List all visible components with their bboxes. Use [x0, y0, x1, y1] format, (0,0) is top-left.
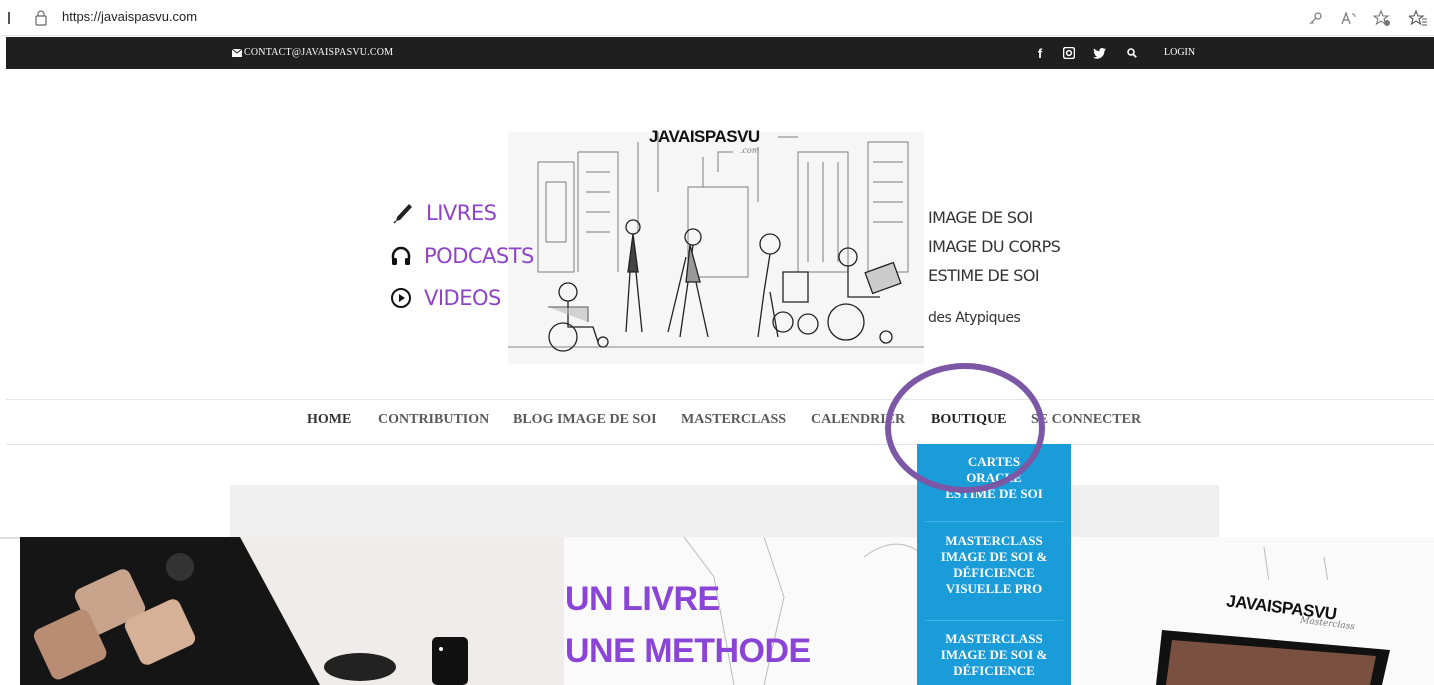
nav-home[interactable]: HOME: [307, 412, 351, 428]
main-nav: HOME CONTRIBUTION BLOG IMAGE DE SOI MAST…: [0, 400, 1434, 444]
hero-line-2: UNE METHODE: [565, 632, 811, 670]
menu-podcasts[interactable]: PODCASTS: [390, 244, 534, 268]
dropdown-item-3-line-3: DÉFICIENCE: [953, 663, 1035, 678]
makeup-photo: [20, 537, 564, 685]
nav-boutique[interactable]: BOUTIQUE: [931, 412, 1006, 428]
nav-bottom-divider: [6, 444, 1434, 445]
header-illustration: [508, 132, 924, 364]
window-edge: [8, 12, 10, 24]
dropdown-item-2-line-1: MASTERCLASS: [945, 533, 1043, 548]
boutique-dropdown: CARTES ORACLE ESTIME DE SOI MASTERCLASS …: [917, 444, 1071, 685]
facebook-icon[interactable]: f: [1034, 43, 1046, 63]
page-info-icon[interactable]: [34, 10, 48, 26]
add-favorite-icon[interactable]: [1370, 6, 1394, 30]
dropdown-item-2-line-2: IMAGE DE SOI &: [940, 549, 1048, 564]
nav-blog-image-de-soi[interactable]: BLOG IMAGE DE SOI: [513, 412, 657, 428]
menu-podcasts-label: PODCASTS: [424, 244, 534, 268]
dropdown-item-masterclass-pro[interactable]: MASTERCLASS IMAGE DE SOI & DÉFICIENCE VI…: [917, 533, 1071, 597]
dropdown-divider: [925, 620, 1063, 621]
nav-calendrier[interactable]: CALENDRIER: [811, 412, 905, 428]
dropdown-item-cartes-oracle[interactable]: CARTES ORACLE ESTIME DE SOI: [917, 454, 1071, 502]
nav-se-connecter[interactable]: SE CONNECTER: [1031, 412, 1141, 428]
nav-masterclass[interactable]: MASTERCLASS: [681, 412, 786, 428]
contact-email: CONTACT@JAVAISPASVU.COM: [244, 47, 394, 58]
tag-atypiques: des Atypiques: [928, 310, 1021, 326]
browser-address-bar: https://javaispasvu.com: [0, 0, 1434, 36]
dropdown-item-1-line-3: ESTIME DE SOI: [945, 486, 1043, 501]
play-circle-icon: [391, 288, 411, 308]
menu-livres[interactable]: LIVRES: [392, 201, 497, 225]
site-title[interactable]: JAVAISPASVU: [649, 127, 760, 147]
key-icon[interactable]: [1304, 6, 1328, 30]
tag-estime-de-soi: ESTIME DE SOI: [928, 266, 1040, 285]
login-link[interactable]: LOGIN: [1164, 47, 1195, 58]
contact-email-link[interactable]: CONTACT@JAVAISPASVU.COM: [232, 47, 393, 58]
menu-videos-label: VIDEOS: [424, 286, 501, 310]
dropdown-item-1-line-1: CARTES: [967, 454, 1021, 469]
dropdown-item-2-line-4: VISUELLE PRO: [945, 581, 1043, 596]
menu-livres-label: LIVRES: [426, 201, 497, 225]
menu-videos[interactable]: VIDEOS: [390, 286, 501, 310]
pencil-icon: [393, 204, 412, 224]
nav-contribution[interactable]: CONTRIBUTION: [378, 412, 489, 428]
hero-line-1: UN LIVRE: [565, 580, 720, 618]
dropdown-item-3-line-1: MASTERCLASS: [945, 631, 1043, 646]
envelope-icon: [232, 48, 242, 57]
read-aloud-icon[interactable]: [1337, 6, 1361, 30]
top-contact-bar: CONTACT@JAVAISPASVU.COM f LOGIN: [6, 37, 1434, 69]
instagram-icon[interactable]: [1062, 43, 1076, 63]
tag-image-de-soi: IMAGE DE SOI: [928, 208, 1033, 227]
site-subtitle: .com: [740, 146, 760, 155]
dropdown-item-1-line-2: ORACLE: [966, 470, 1022, 485]
tag-image-du-corps: IMAGE DU CORPS: [928, 237, 1061, 256]
search-icon[interactable]: [1126, 43, 1138, 63]
dropdown-divider: [925, 521, 1063, 522]
dropdown-item-masterclass[interactable]: MASTERCLASS IMAGE DE SOI & DÉFICIENCE: [917, 631, 1071, 679]
favorites-icon[interactable]: [1406, 6, 1430, 30]
dropdown-item-3-line-2: IMAGE DE SOI &: [940, 647, 1048, 662]
address-field[interactable]: https://javaispasvu.com: [62, 9, 197, 24]
twitter-icon[interactable]: [1092, 43, 1106, 63]
dropdown-item-2-line-3: DÉFICIENCE: [953, 565, 1035, 580]
headphones-icon: [391, 246, 411, 265]
